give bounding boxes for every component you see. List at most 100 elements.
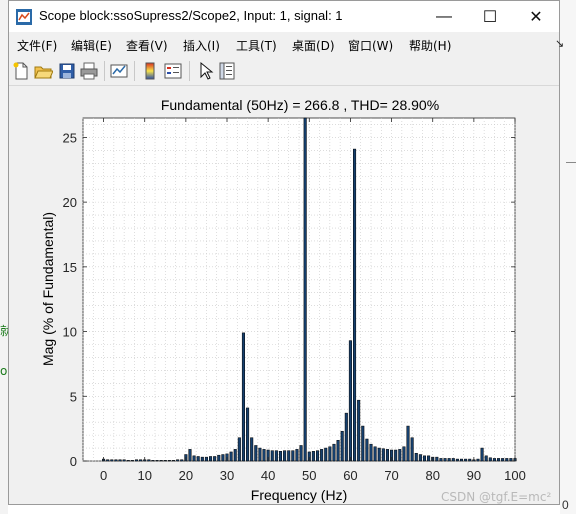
bar-43hz xyxy=(278,451,283,462)
bar-36hz xyxy=(250,437,254,462)
bar-73hz xyxy=(402,446,406,462)
bar-29hz xyxy=(221,454,225,462)
y-tick-label: 25 xyxy=(63,130,77,145)
minimize-button[interactable]: — xyxy=(421,1,467,32)
bar-32hz xyxy=(233,449,237,462)
close-button[interactable]: ✕ xyxy=(513,1,559,32)
bar-18hz xyxy=(176,459,180,462)
menu-help[interactable]: 帮助(H) xyxy=(409,37,451,54)
scope-figure-window: Scope block:ssoSupress2/Scope2, Input: 1… xyxy=(8,0,564,505)
bar-78hz xyxy=(422,455,427,462)
menu-file[interactable]: 文件(F) xyxy=(17,37,57,54)
legend-icon[interactable] xyxy=(163,61,183,81)
open-file-icon[interactable] xyxy=(33,61,53,81)
bar-53hz xyxy=(320,449,324,462)
bar-16hz xyxy=(167,460,171,462)
menu-dock-arrow-icon[interactable]: ↘ xyxy=(555,37,564,50)
bar-41hz xyxy=(270,450,274,462)
print-icon[interactable] xyxy=(79,61,99,81)
y-tick-label: 10 xyxy=(63,325,77,340)
bar-85hz xyxy=(451,458,455,462)
bar-94hz xyxy=(488,457,492,462)
bar-65hz xyxy=(369,443,373,462)
menu-tools[interactable]: 工具(T) xyxy=(236,37,277,54)
x-tick-label: 10 xyxy=(137,468,151,483)
bar-22hz xyxy=(192,455,196,462)
bar-76hz xyxy=(414,452,418,462)
bar-15hz xyxy=(163,460,167,462)
bar-12hz xyxy=(151,460,155,462)
new-figure-icon[interactable] xyxy=(11,61,31,81)
bar-56hz xyxy=(332,443,336,462)
save-icon[interactable] xyxy=(57,61,77,81)
background-divider xyxy=(566,162,576,163)
background-fragment-text: 0 xyxy=(562,498,569,512)
colorbar-icon[interactable] xyxy=(140,61,160,81)
x-axis-label: Frequency (Hz) xyxy=(251,487,347,503)
bar-54hz xyxy=(324,447,328,462)
bar-8hz xyxy=(134,459,139,462)
bar-67hz xyxy=(377,447,381,462)
bar-23hz xyxy=(196,456,200,462)
toolbar-separator xyxy=(104,61,105,81)
bar-46hz xyxy=(291,450,295,462)
harmonic-spectrum-chart[interactable]: Fundamental (50Hz) = 266.8 , THD= 28.90%… xyxy=(9,86,559,504)
menu-insert[interactable]: 插入(I) xyxy=(183,37,220,54)
link-plot-icon[interactable] xyxy=(109,61,129,81)
y-tick-label: 0 xyxy=(70,454,77,469)
plot-area: Fundamental (50Hz) = 266.8 , THD= 28.90%… xyxy=(9,86,559,504)
bar-7hz xyxy=(130,460,134,462)
bar-14hz xyxy=(159,460,163,462)
bar-59hz xyxy=(344,412,348,462)
bar-72hz xyxy=(398,449,402,462)
maximize-button[interactable]: ☐ xyxy=(467,1,513,32)
bar-57hz xyxy=(336,440,340,462)
bar-69hz xyxy=(385,449,389,462)
bar-21hz xyxy=(188,449,192,462)
bar-66hz xyxy=(373,446,377,462)
bar-2hz xyxy=(110,459,114,462)
bar-71hz xyxy=(394,449,398,462)
bar-42hz xyxy=(274,450,278,462)
bar-89hz xyxy=(468,458,472,462)
bar-17hz xyxy=(171,460,176,462)
title-bar[interactable]: Scope block:ssoSupress2/Scope2, Input: 1… xyxy=(9,1,559,32)
bar-61hz xyxy=(353,148,357,462)
menu-desktop[interactable]: 桌面(D) xyxy=(292,37,335,54)
maximize-icon: ☐ xyxy=(482,8,498,26)
y-tick-label: 15 xyxy=(63,260,77,275)
bar-79hz xyxy=(427,455,431,462)
minimize-icon: — xyxy=(436,7,452,25)
bar-64hz xyxy=(365,438,369,462)
bar-91hz xyxy=(476,458,480,462)
bar-74hz xyxy=(406,425,410,462)
bar-26hz xyxy=(209,456,213,462)
bar-4hz xyxy=(118,459,122,462)
bar-33hz xyxy=(237,437,241,462)
matlab-figure-icon xyxy=(16,9,32,25)
bar-28hz xyxy=(217,454,221,462)
toolbar-separator xyxy=(134,61,135,81)
bar-87hz xyxy=(459,458,464,462)
property-inspector-icon[interactable] xyxy=(217,61,237,81)
background-fragment-text: o xyxy=(0,364,8,378)
x-tick-label: 40 xyxy=(261,468,275,483)
x-tick-label: 60 xyxy=(343,468,357,483)
menu-window[interactable]: 窗口(W) xyxy=(348,37,393,54)
menu-bar: 文件(F) 编辑(E) 查看(V) 插入(I) 工具(T) 桌面(D) 窗口(W… xyxy=(9,32,559,56)
y-axis-label: Mag (% of Fundamental) xyxy=(40,212,56,366)
menu-edit[interactable]: 编辑(E) xyxy=(71,37,112,54)
bar-25hz xyxy=(204,456,208,462)
bar-60hz xyxy=(348,340,352,462)
menu-view[interactable]: 查看(V) xyxy=(126,37,168,54)
x-tick-label: 70 xyxy=(384,468,398,483)
bar-9hz xyxy=(139,459,143,462)
pointer-icon[interactable] xyxy=(195,61,215,81)
bar-97hz xyxy=(501,458,505,462)
bar-31hz xyxy=(229,451,233,462)
bar-63hz xyxy=(361,425,365,462)
bar-92hz xyxy=(480,447,484,462)
bar-49hz xyxy=(303,117,307,462)
bar-84hz xyxy=(447,458,451,462)
bar-93hz xyxy=(484,455,488,462)
